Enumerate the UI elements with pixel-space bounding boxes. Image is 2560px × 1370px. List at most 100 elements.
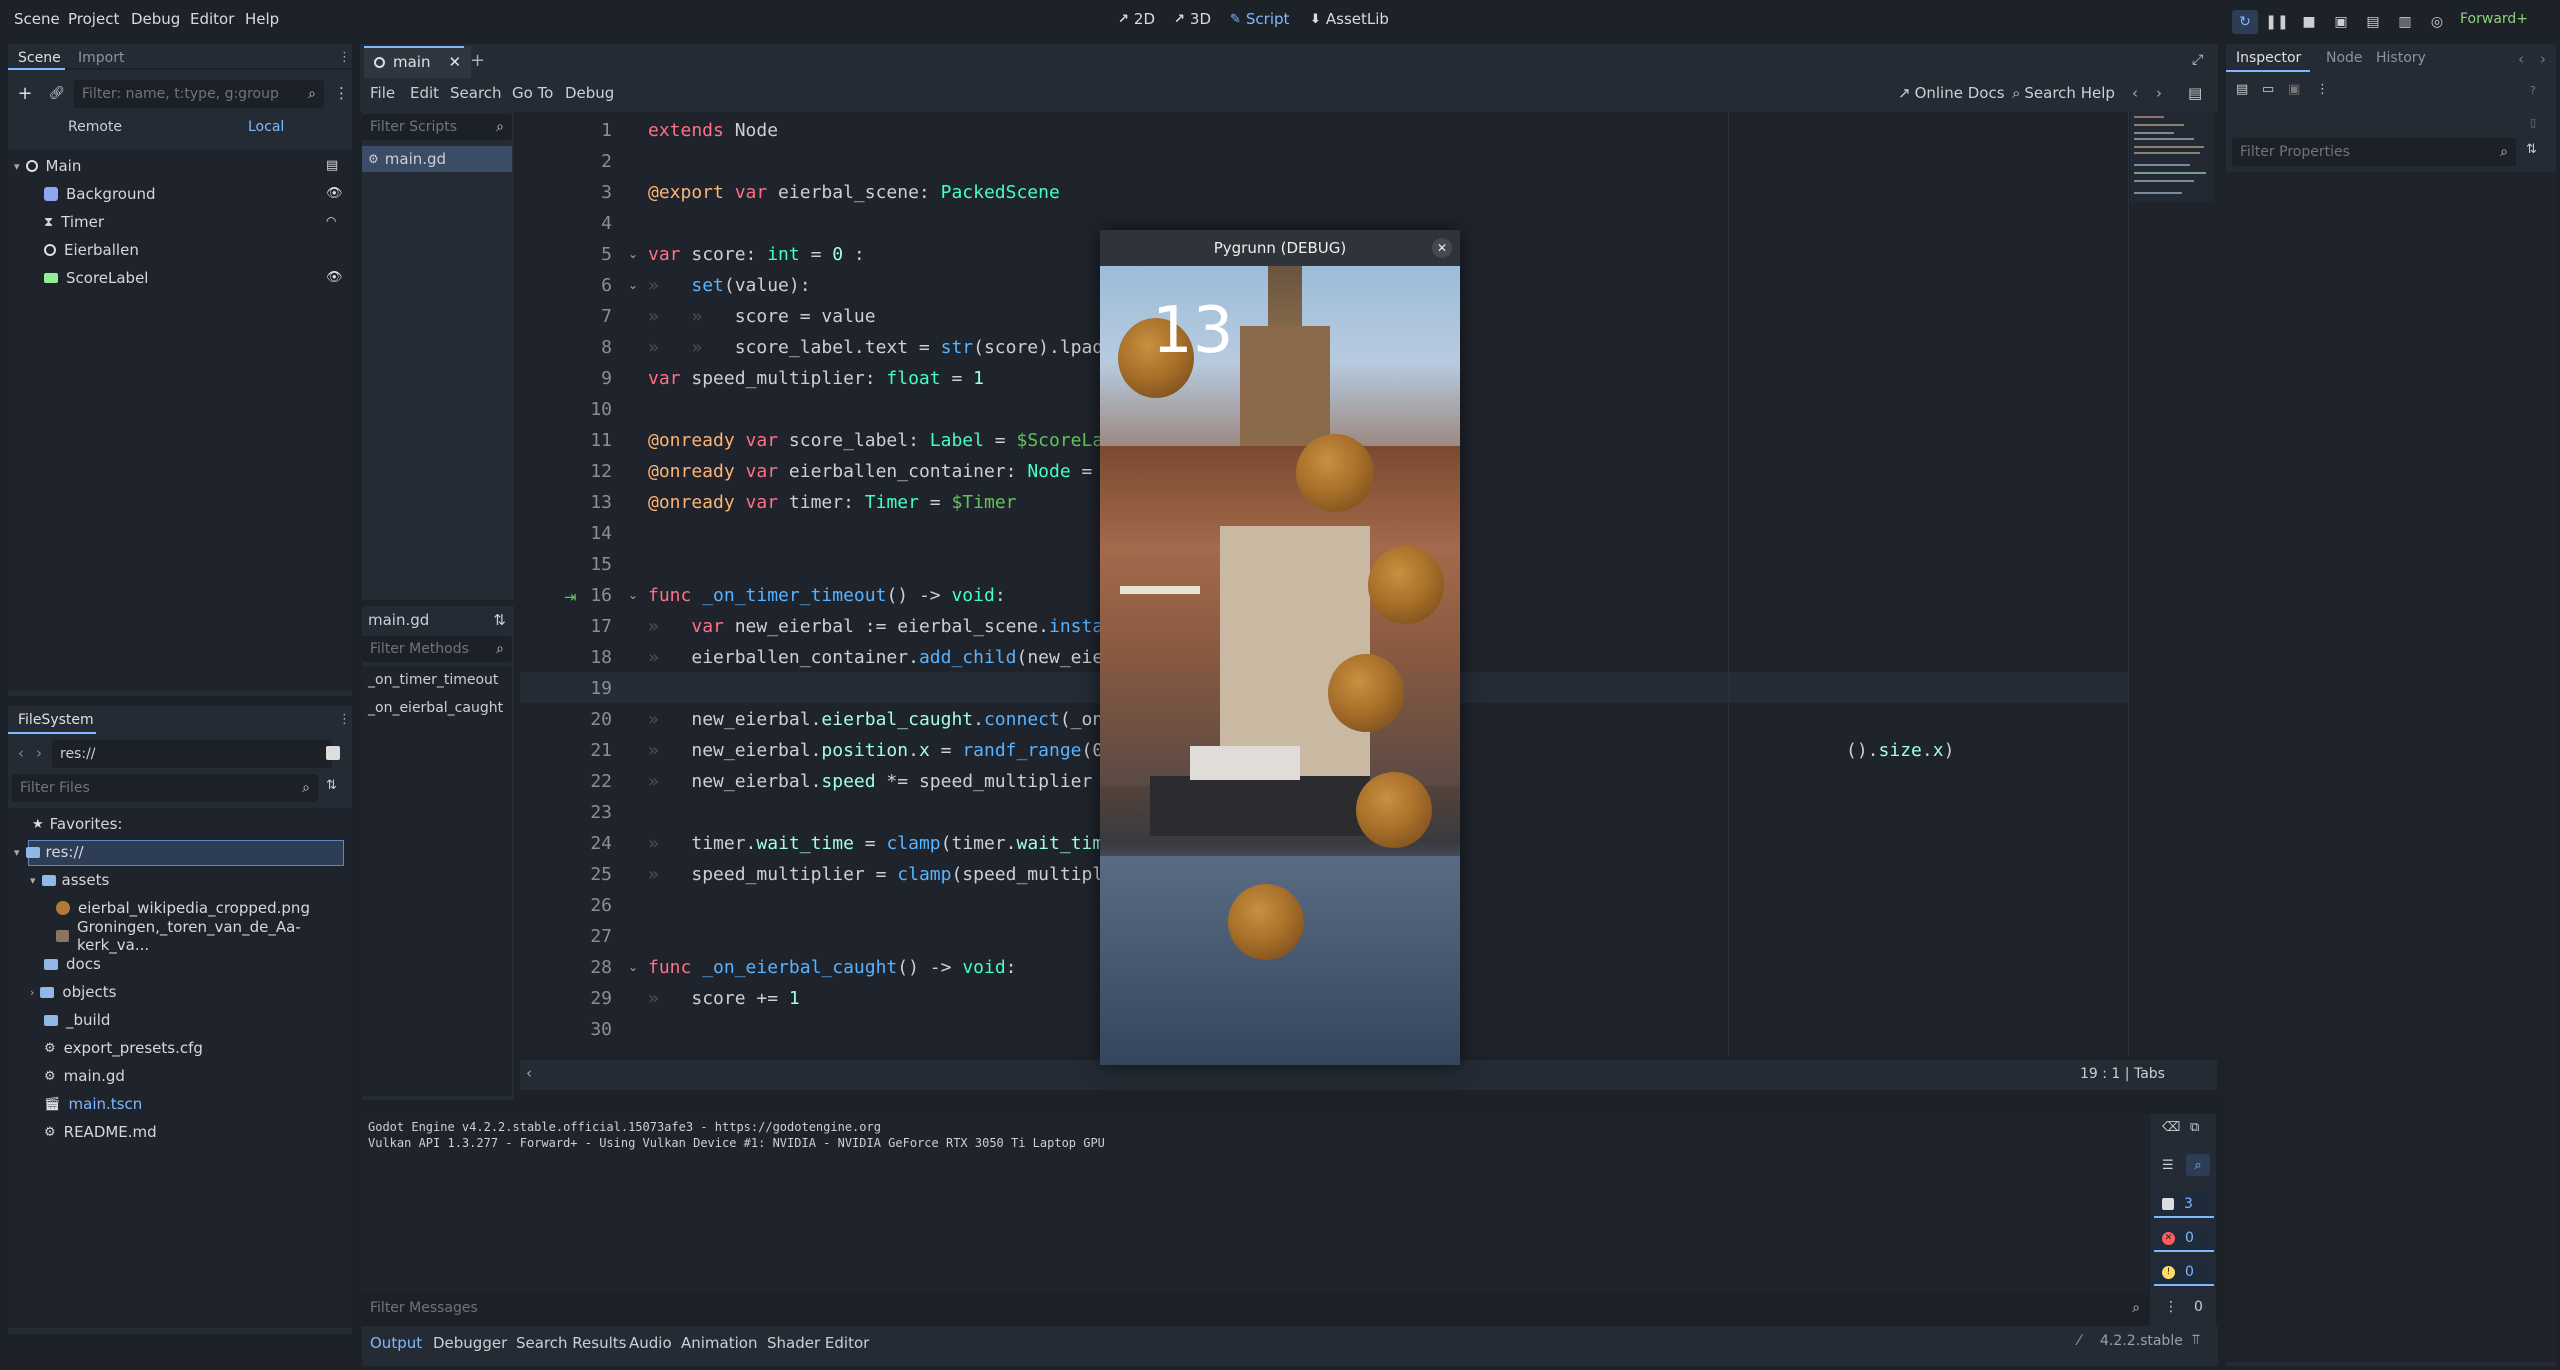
visibility-eye-icon[interactable]: 👁︎ xyxy=(326,186,343,201)
file-item-res[interactable]: ▾ res:// xyxy=(14,838,84,866)
tab-history[interactable]: History xyxy=(2376,50,2426,66)
file-item-docs[interactable]: docs xyxy=(44,950,101,978)
game-window[interactable]: Pygrunn (DEBUG) ✕ 13 xyxy=(1100,230,1460,1065)
file-item-readme[interactable]: ⚙ README.md xyxy=(44,1118,157,1146)
local-button[interactable]: Local xyxy=(248,119,284,135)
fold-arrow-icon[interactable]: ⌄ xyxy=(628,588,638,602)
eierbal-sprite[interactable] xyxy=(1368,546,1444,624)
menu-editor[interactable]: Editor xyxy=(190,10,234,28)
tab-node[interactable]: Node xyxy=(2326,50,2363,66)
back-arrow-icon[interactable]: ‹ xyxy=(18,744,24,762)
file-item-main-tscn[interactable]: 🎬︎ main.tscn xyxy=(44,1090,142,1118)
scene-tab-main[interactable]: main ✕ xyxy=(364,46,472,78)
filter-toggle-icon[interactable]: ⌕ xyxy=(2186,1154,2210,1176)
path-field[interactable]: res:// xyxy=(52,740,332,768)
toggle-scripts-panel-icon[interactable]: ▤ xyxy=(2188,84,2202,102)
close-icon[interactable]: ✕ xyxy=(1432,238,1452,258)
add-tab-icon[interactable]: + xyxy=(470,50,485,71)
docs-icon[interactable]: ▯ xyxy=(2530,116,2536,129)
dock-menu-icon[interactable]: ⋮ xyxy=(338,50,351,65)
sort-icon[interactable]: ⇅ xyxy=(326,778,337,793)
eierbal-sprite[interactable] xyxy=(1328,654,1404,732)
filter-warnings-toggle[interactable]: ! 0 xyxy=(2154,1260,2214,1286)
new-resource-icon[interactable]: ▤ xyxy=(2236,82,2248,97)
open-folder-icon[interactable]: ▭ xyxy=(2262,82,2274,97)
tree-node-eierballen[interactable]: Eierballen xyxy=(44,236,139,264)
eierbal-sprite[interactable] xyxy=(1296,434,1374,512)
forward-arrow-icon[interactable]: › xyxy=(2540,50,2546,68)
next-script-icon[interactable]: › xyxy=(2156,84,2162,102)
minimap[interactable] xyxy=(2130,112,2214,202)
workspace-2d-button[interactable]: ↗ 2D xyxy=(1118,10,1155,28)
file-item-groningen[interactable]: Groningen,_toren_van_de_Aa-kerk_va... xyxy=(56,918,352,954)
file-item-objects[interactable]: › objects xyxy=(30,978,116,1006)
back-arrow-icon[interactable]: ‹ xyxy=(2518,50,2524,68)
movie-maker-icon[interactable]: ◎ xyxy=(2424,10,2450,34)
settings-icon[interactable]: ⇅ xyxy=(2526,142,2537,157)
eierbal-sprite[interactable] xyxy=(1356,772,1432,848)
favorites-row[interactable]: ★ Favorites: xyxy=(32,810,122,838)
workspace-3d-button[interactable]: ↗ 3D xyxy=(1174,10,1211,28)
stop-icon[interactable]: ■ xyxy=(2296,10,2322,34)
toggle-panel-icon[interactable]: ‹ xyxy=(526,1064,532,1082)
reload-icon[interactable]: ↻ xyxy=(2232,10,2258,34)
play-scene-icon[interactable]: ▤ xyxy=(2360,10,2386,34)
tree-node-background[interactable]: Background xyxy=(44,180,156,208)
split-mode-icon[interactable] xyxy=(326,746,340,760)
play-custom-icon[interactable]: ▥ xyxy=(2392,10,2418,34)
filter-messages-input[interactable]: Filter Messages ⌕ xyxy=(362,1294,2148,1322)
pin-panel-icon[interactable]: ⫪ xyxy=(2192,1332,2200,1348)
tab-filesystem[interactable]: FileSystem xyxy=(18,712,94,728)
scene-filter-input[interactable]: Filter: name, t:type, g:group ⌕ xyxy=(74,80,324,108)
script-attached-icon[interactable]: ▤ xyxy=(326,158,338,173)
tab-scene[interactable]: Scene xyxy=(18,50,61,66)
help-icon[interactable]: ? xyxy=(2530,84,2536,97)
close-icon[interactable]: ✕ xyxy=(448,53,461,71)
signal-icon[interactable]: ◠ xyxy=(326,214,336,228)
filter-files-input[interactable]: Filter Files ⌕ xyxy=(12,774,318,802)
copy-icon[interactable]: ⧉ xyxy=(2190,1120,2199,1135)
tab-search-results[interactable]: Search Results xyxy=(516,1334,626,1352)
game-title-bar[interactable]: Pygrunn (DEBUG) ✕ xyxy=(1100,230,1460,266)
link-icon[interactable]: 🔗︎ xyxy=(48,84,66,102)
filter-messages-toggle[interactable]: 3 xyxy=(2154,1192,2214,1218)
filter-other-toggle[interactable]: ⋮ 0 xyxy=(2154,1294,2214,1320)
add-node-icon[interactable]: + xyxy=(16,83,34,104)
menu-help[interactable]: Help xyxy=(245,10,279,28)
tab-audio[interactable]: Audio xyxy=(629,1334,672,1352)
script-menu-edit[interactable]: Edit xyxy=(410,84,439,102)
file-item-assets[interactable]: ▾ assets xyxy=(30,866,109,894)
method-item[interactable]: _on_eierbal_caught xyxy=(368,700,503,716)
menu-scene[interactable]: Scene xyxy=(14,10,60,28)
sort-icon[interactable]: ⇅ xyxy=(493,611,506,629)
save-icon[interactable]: ▣ xyxy=(2288,82,2300,97)
scene-options-icon[interactable]: ⋮ xyxy=(334,84,349,102)
tab-inspector[interactable]: Inspector xyxy=(2236,50,2301,66)
filter-errors-toggle[interactable]: ✕ 0 xyxy=(2154,1226,2214,1252)
remote-debug-icon[interactable]: ▣ xyxy=(2328,10,2354,34)
fold-arrow-icon[interactable]: ⌄ xyxy=(628,247,638,261)
clear-output-icon[interactable]: ⌫ xyxy=(2162,1120,2180,1135)
file-item-export-presets[interactable]: ⚙ export_presets.cfg xyxy=(44,1034,203,1062)
search-help-button[interactable]: ⌕ Search Help xyxy=(2012,84,2115,102)
forward-arrow-icon[interactable]: › xyxy=(36,744,42,762)
file-item-build[interactable]: _build xyxy=(44,1006,110,1034)
dock-menu-icon[interactable]: ⋮ xyxy=(338,712,351,727)
distraction-free-icon[interactable]: ⤢ xyxy=(2192,52,2203,68)
file-item-main-gd[interactable]: ⚙ main.gd xyxy=(44,1062,125,1090)
menu-debug[interactable]: Debug xyxy=(131,10,180,28)
fold-arrow-icon[interactable]: ⌄ xyxy=(628,960,638,974)
signal-connection-icon[interactable]: ⇥ xyxy=(564,588,577,606)
script-menu-search[interactable]: Search xyxy=(450,84,502,102)
collapse-icon[interactable]: ☰ xyxy=(2162,1158,2174,1173)
filter-scripts-input[interactable]: Filter Scripts ⌕ xyxy=(362,114,512,140)
game-viewport[interactable]: 13 xyxy=(1100,266,1460,1065)
tree-node-main[interactable]: ▾ Main xyxy=(14,152,81,180)
tab-debugger[interactable]: Debugger xyxy=(433,1334,507,1352)
more-options-icon[interactable]: ⋮ xyxy=(2316,82,2329,97)
tree-node-timer[interactable]: ⧗ Timer xyxy=(44,208,104,236)
tree-node-scorelabel[interactable]: ScoreLabel xyxy=(44,264,148,292)
workspace-assetlib-button[interactable]: ⬇ AssetLib xyxy=(1310,10,1389,28)
fold-arrow-icon[interactable]: ⌄ xyxy=(628,278,638,292)
online-docs-button[interactable]: ↗ Online Docs xyxy=(1898,84,2005,102)
